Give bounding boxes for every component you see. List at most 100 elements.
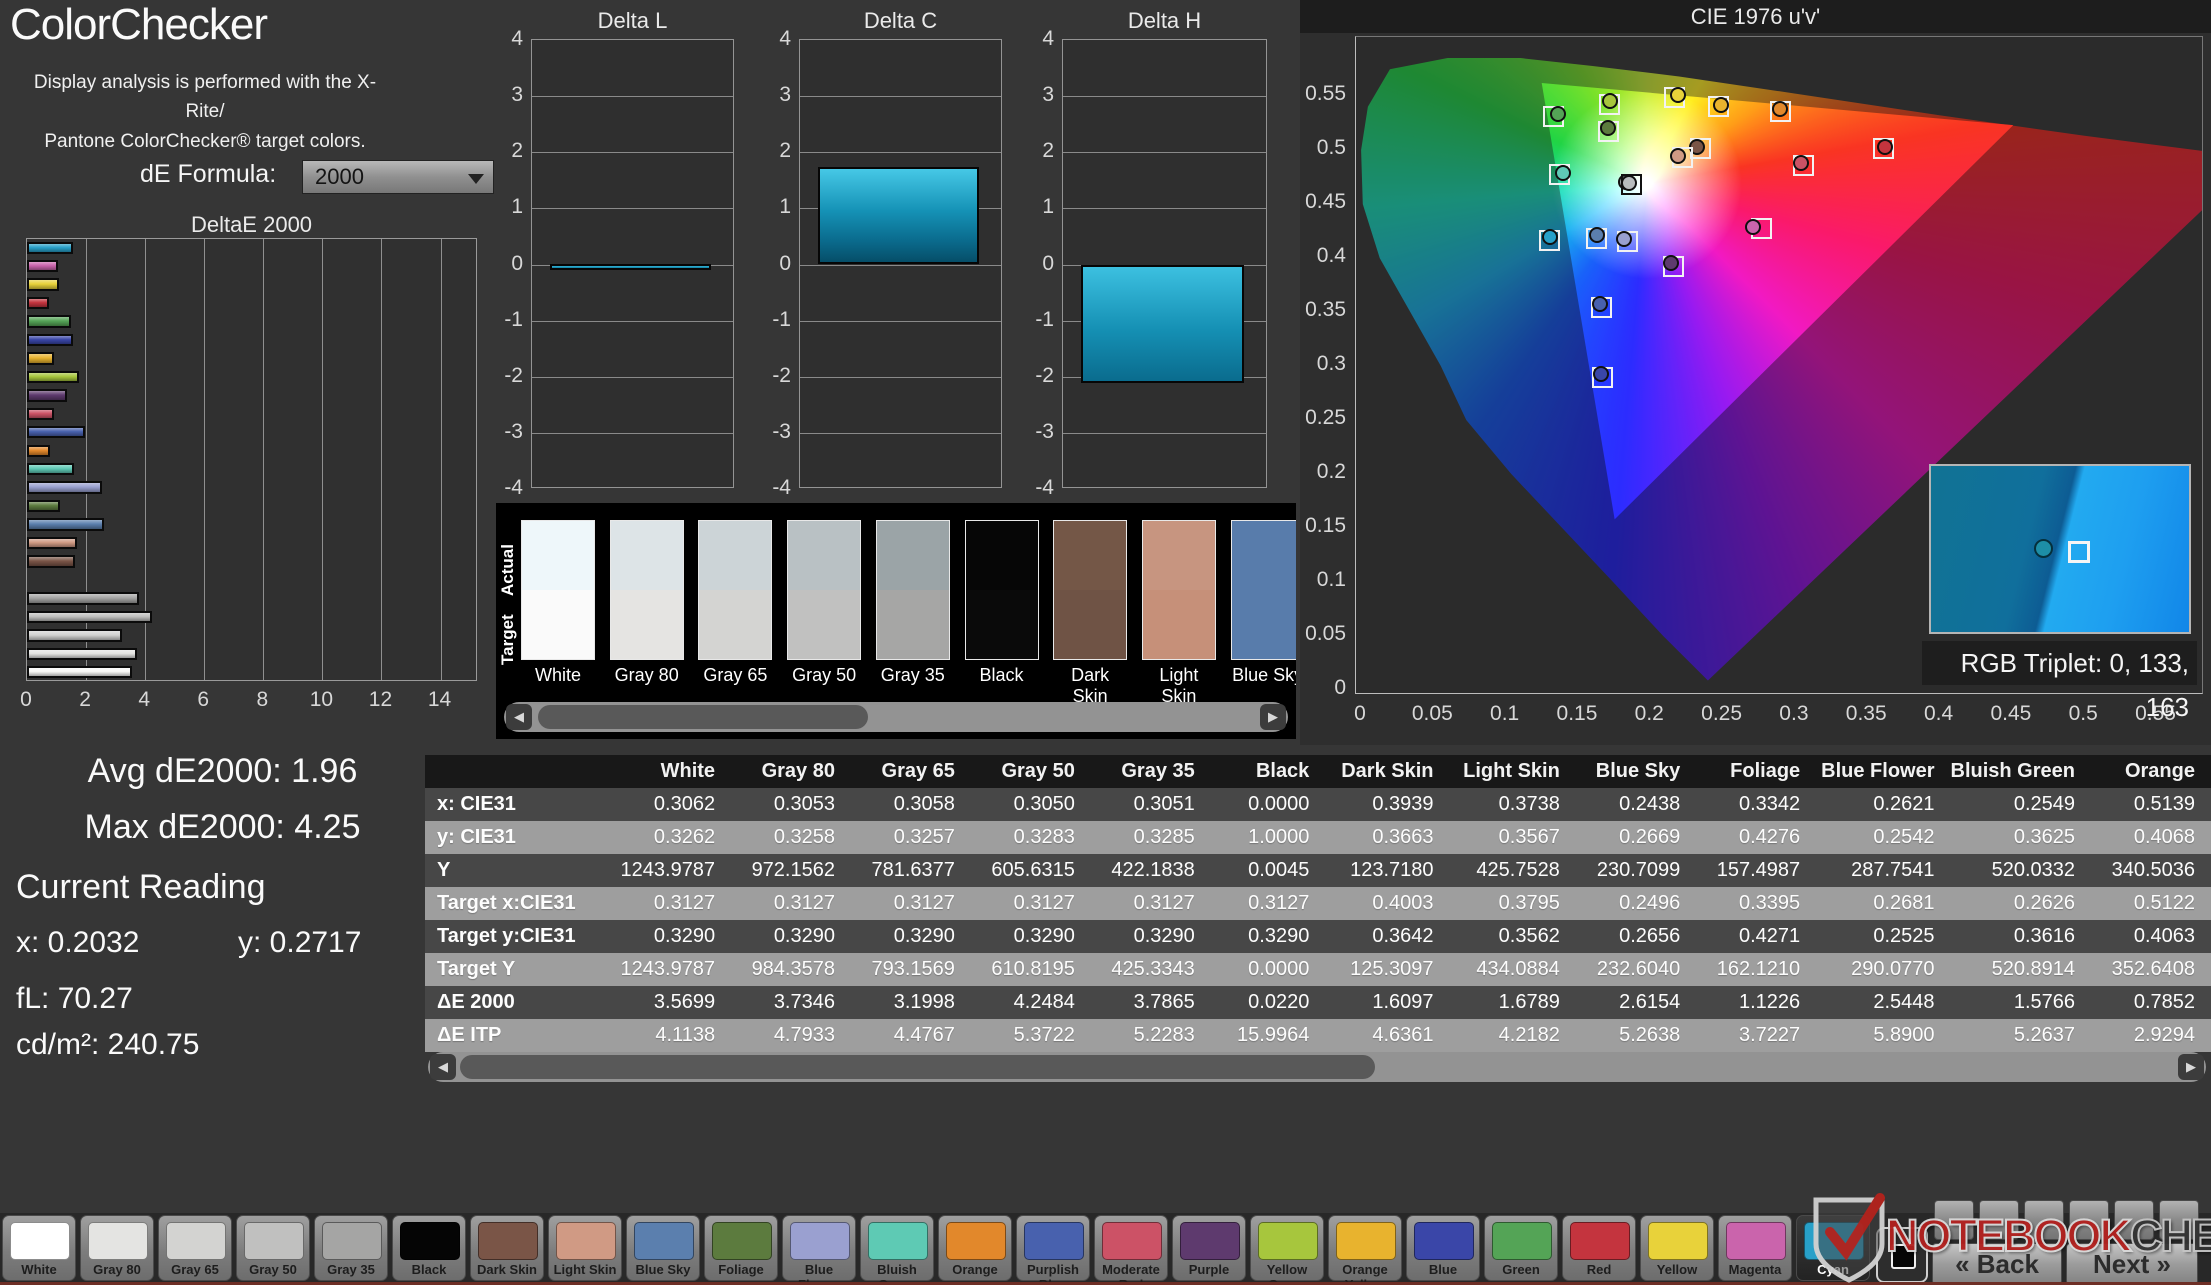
delta-c-title: Delta C [863, 8, 938, 33]
cie-y-tick: 0.15 [1305, 514, 1346, 537]
scroll-left-icon[interactable]: ◀ [506, 704, 532, 730]
table-cell: 157.4987 [1696, 854, 1817, 887]
table-scrollbar[interactable]: ◀ ▶ [428, 1052, 2206, 1082]
swatch-scroll-thumb[interactable] [538, 705, 868, 729]
patch-button-orange-yellow[interactable]: Orange Yellow [1328, 1215, 1402, 1285]
swatch-actual [965, 521, 1038, 590]
patch-window-button[interactable] [1876, 1227, 1928, 1283]
patch-button-green[interactable]: Green [1484, 1215, 1558, 1281]
cie-y-tick: 0.4 [1316, 244, 1346, 267]
column-header-gray-50: Gray 50 [970, 755, 1091, 788]
patch-button-black[interactable]: Black [392, 1215, 466, 1281]
patch-button-white[interactable]: White [2, 1215, 76, 1281]
inset-measured-point [2034, 539, 2054, 559]
patch-button-dark-skin[interactable]: Dark Skin [470, 1215, 544, 1281]
patch-button-blue[interactable]: Blue [1406, 1215, 1480, 1281]
table-scroll-right-icon[interactable]: ▶ [2178, 1054, 2204, 1080]
cie-y-tick: 0.25 [1305, 406, 1346, 429]
deltae-bar-gray-65 [27, 629, 122, 642]
toolbar-button[interactable] [2069, 1200, 2109, 1240]
cie-x-tick: 0.3 [1779, 702, 1809, 725]
cie-x-tick: 0.15 [1556, 702, 1598, 725]
measured-point-magenta [1744, 218, 1761, 235]
back-button[interactable]: « Back [1932, 1243, 2062, 1285]
toolbar-button[interactable] [2024, 1200, 2064, 1240]
patch-label: Green [1502, 1262, 1540, 1277]
patch-button-yellow[interactable]: Yellow [1640, 1215, 1714, 1281]
patch-button-gray-80[interactable]: Gray 80 [80, 1215, 154, 1281]
patch-color-chip [10, 1222, 70, 1260]
patch-button-moderate-red[interactable]: Moderate Red [1094, 1215, 1168, 1285]
inset-target-square [2067, 540, 2090, 563]
next-button[interactable]: Next » [2066, 1243, 2198, 1285]
app-description: Display analysis is performed with the X… [30, 68, 380, 156]
swatch-light-skin [1141, 520, 1216, 660]
current-reading-label: Current Reading [16, 868, 266, 906]
table-cell: 1.0000 [1210, 821, 1326, 854]
patch-button-orange[interactable]: Orange [938, 1215, 1012, 1281]
table-cell: 0.3127 [970, 887, 1091, 920]
table-cell: 793.1569 [850, 953, 971, 986]
swatch-actual [1054, 521, 1127, 590]
table-cell: 0.4063 [2091, 920, 2211, 953]
measured-point-moderate-red [1792, 154, 1809, 171]
patch-button-gray-50[interactable]: Gray 50 [236, 1215, 310, 1281]
table-cell: 0.3127 [731, 887, 851, 920]
swatch-scrollbar[interactable]: ◀ ▶ [504, 702, 1288, 732]
patch-button-yellow-green[interactable]: Yellow Green [1250, 1215, 1324, 1285]
delta-l-bar [550, 263, 711, 270]
patch-button-purplish-blue[interactable]: Purplish Blue [1016, 1215, 1090, 1285]
patch-button-blue-flower[interactable]: Blue Flower [782, 1215, 856, 1285]
toolbar-button[interactable] [2159, 1200, 2199, 1240]
deltae-x-axis: 0 2 4 6 8 10 12 14 [20, 688, 496, 714]
table-cell: 0.3342 [1696, 788, 1817, 821]
table-cell: 984.3578 [731, 953, 851, 986]
patch-button-red[interactable]: Red [1562, 1215, 1636, 1281]
swatch-actual [699, 521, 772, 590]
y-tick-label: -1 [1035, 307, 1054, 331]
table-cell: 0.5122 [2091, 887, 2211, 920]
table-cell: 0.0000 [1210, 953, 1326, 986]
delta-c-chart [799, 39, 1002, 488]
table-cell: 3.7227 [1696, 1019, 1817, 1052]
row-label: Target Y [425, 953, 606, 986]
patch-button-blue-sky[interactable]: Blue Sky [626, 1215, 700, 1281]
cie-y-tick: 0.35 [1305, 298, 1346, 321]
patch-color-chip [946, 1222, 1006, 1260]
deltae-bar-gray-35 [27, 592, 139, 605]
y-tick-label: 3 [511, 83, 523, 107]
patch-button-magenta[interactable]: Magenta [1718, 1215, 1792, 1281]
toolbar-button[interactable] [2114, 1200, 2154, 1240]
scroll-right-icon[interactable]: ▶ [1260, 704, 1286, 730]
table-cell: 0.2656 [1575, 920, 1697, 953]
table-row: ΔE ITP 4.1138 4.7933 4.4767 5.3722 5.2283 15.9… [425, 1019, 2211, 1052]
table-row: Target y:CIE31 0.3290 0.3290 0.3290 0.3290 0.… [425, 920, 2211, 953]
patch-button-foliage[interactable]: Foliage [704, 1215, 778, 1281]
table-scroll-left-icon[interactable]: ◀ [430, 1054, 456, 1080]
table-cell: 425.3343 [1090, 953, 1211, 986]
deltae-bar-blue-flower [27, 481, 103, 494]
column-header-white: White [605, 755, 732, 788]
swatch-label: Gray 35 [880, 665, 945, 685]
patch-button-light-skin[interactable]: Light Skin [548, 1215, 622, 1281]
target-row-label: Target [498, 614, 517, 666]
table-cell: 4.6361 [1325, 1019, 1450, 1052]
toolbar-button[interactable] [1934, 1200, 1974, 1240]
patch-button-bluish-green[interactable]: Bluish Green [860, 1215, 934, 1285]
table-cell: 5.3722 [970, 1019, 1091, 1052]
patch-button-gray-65[interactable]: Gray 65 [158, 1215, 232, 1281]
table-cell: 0.4003 [1325, 887, 1450, 920]
cie-x-tick: 0.2 [1634, 702, 1664, 725]
table-cell: 434.0884 [1449, 953, 1576, 986]
y-tick-label: 2 [779, 139, 791, 163]
table-scroll-thumb[interactable] [460, 1055, 1375, 1079]
delta-c-bar [818, 167, 979, 265]
toolbar-button[interactable] [1979, 1200, 2019, 1240]
de-formula-dropdown[interactable]: 2000 [302, 160, 494, 194]
patch-color-chip [1726, 1222, 1786, 1260]
patch-button-cyan[interactable]: Cyan [1796, 1215, 1870, 1281]
patch-button-purple[interactable]: Purple [1172, 1215, 1246, 1281]
swatch-comparison-panel: Actual Target White Gray 80 Gray 65 Gray 50… [496, 503, 1296, 739]
patch-button-gray-35[interactable]: Gray 35 [314, 1215, 388, 1281]
deltae-bar-blue [27, 333, 73, 347]
